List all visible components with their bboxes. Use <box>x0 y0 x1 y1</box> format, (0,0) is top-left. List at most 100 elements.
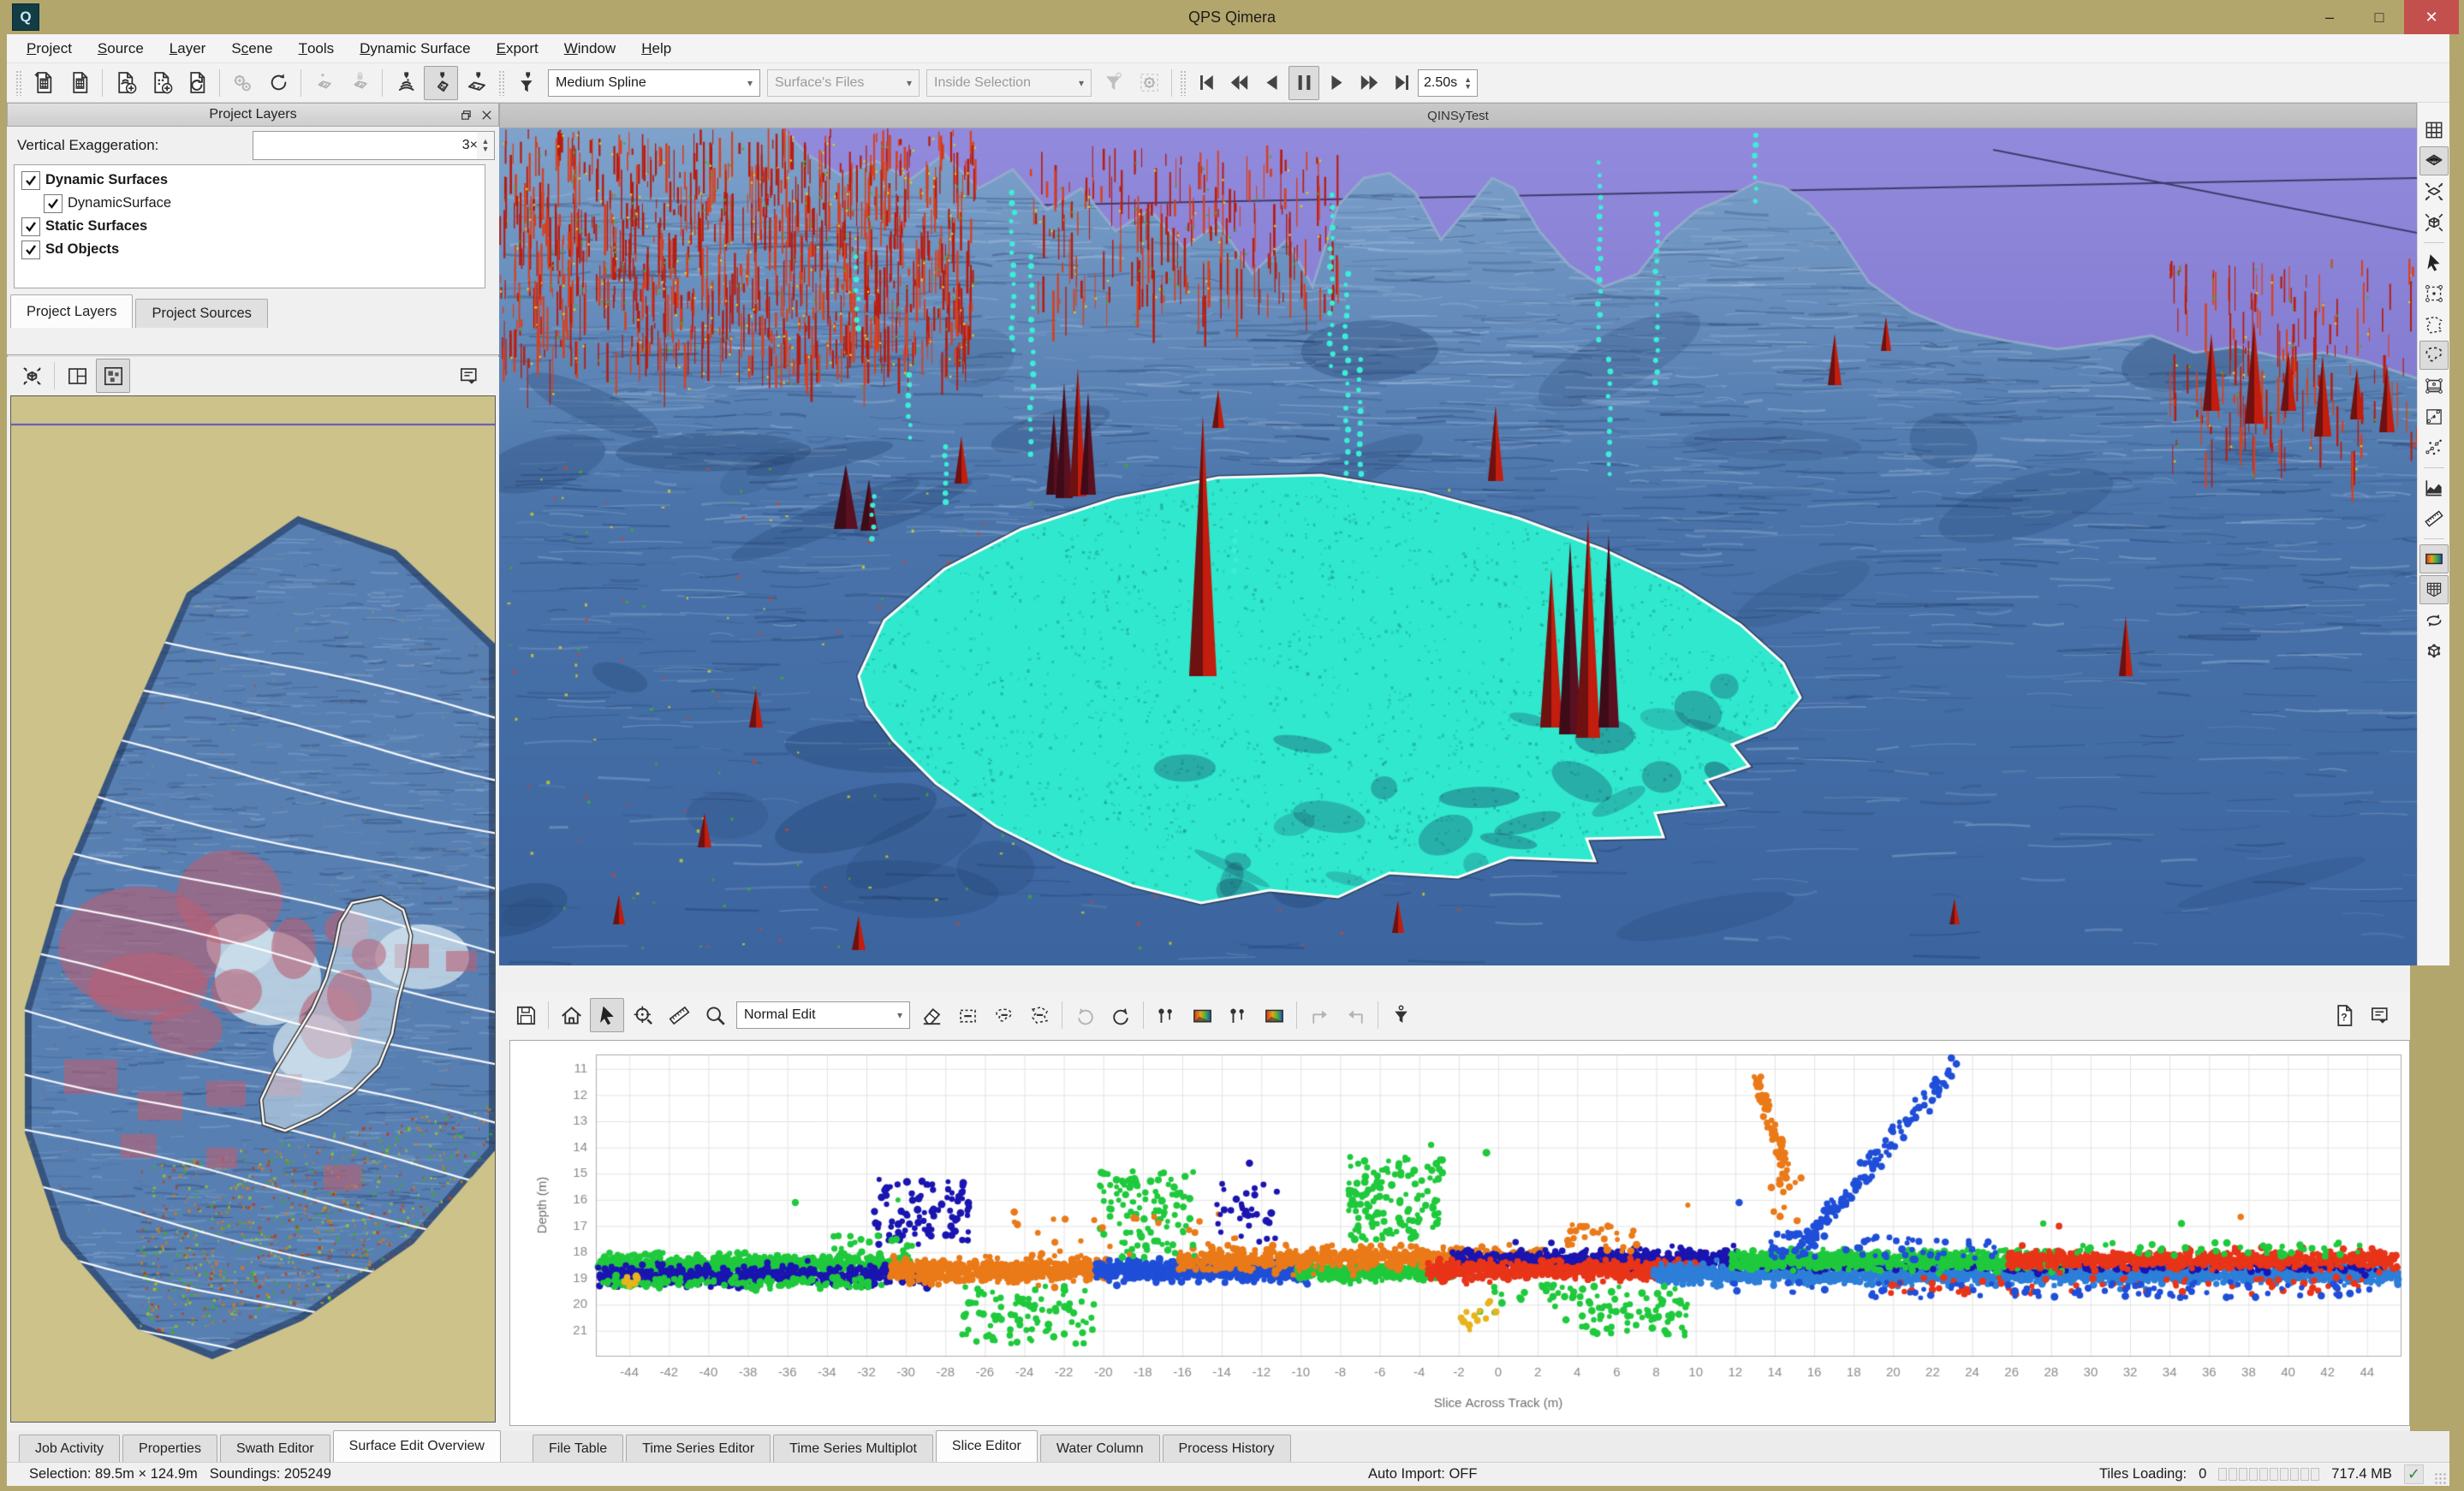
sonar-ping-icon[interactable] <box>388 66 422 100</box>
add-raw-files-icon[interactable] <box>108 66 142 100</box>
points-select-icon[interactable] <box>2419 433 2449 462</box>
toolbar-grip[interactable] <box>15 70 22 96</box>
tab-job-activity[interactable]: Job Activity <box>19 1435 120 1462</box>
panel-menu-icon[interactable] <box>2363 998 2397 1032</box>
zoom-to-extent-icon[interactable] <box>2419 208 2449 237</box>
close-panel-icon[interactable] <box>480 109 493 122</box>
rectangle-select-icon[interactable] <box>2419 279 2449 308</box>
play-icon[interactable] <box>1321 66 1352 100</box>
reject-polygon-icon[interactable] <box>1022 998 1056 1032</box>
filter-profile-icon[interactable] <box>1384 998 1418 1032</box>
viewport-header[interactable]: QINSyTest <box>499 103 2417 128</box>
polygon-select-icon[interactable] <box>2419 310 2449 339</box>
accept-points-icon[interactable] <box>1149 998 1183 1032</box>
bounding-box-icon[interactable] <box>2419 637 2449 666</box>
open-project-icon[interactable] <box>62 66 97 100</box>
tile-view-icon[interactable] <box>96 359 130 393</box>
tab-water-column[interactable]: Water Column <box>1040 1435 1160 1462</box>
vertical-exaggeration-spinner[interactable]: ▲▼ <box>477 131 495 160</box>
resize-grip[interactable] <box>2434 1472 2446 1484</box>
slice-filter-icon[interactable] <box>509 66 544 100</box>
surface-view-icon[interactable] <box>2419 146 2449 175</box>
grid-view-icon[interactable] <box>2419 116 2449 145</box>
surface-edit-overview-view[interactable] <box>10 395 496 1423</box>
tab-process-history[interactable]: Process History <box>1163 1435 1291 1462</box>
tab-slice-editor[interactable]: Slice Editor <box>936 1430 1038 1462</box>
skip-end-icon[interactable] <box>1386 66 1417 100</box>
checkbox-icon[interactable] <box>21 217 40 236</box>
menu-layer[interactable]: Layer <box>157 34 219 63</box>
reject-view-icon[interactable] <box>1257 998 1291 1032</box>
accept-view-icon[interactable] <box>1185 998 1219 1032</box>
tree-item-dynamicsurface[interactable]: DynamicSurface <box>15 192 485 215</box>
home-icon[interactable] <box>554 998 588 1032</box>
vertical-exaggeration-input[interactable]: 3× <box>253 131 485 160</box>
menu-project[interactable]: Project <box>14 34 85 63</box>
panel-menu-icon[interactable] <box>452 359 486 393</box>
toolbar-grip[interactable] <box>1180 70 1187 96</box>
skip-start-icon[interactable] <box>1191 66 1222 100</box>
tab-properties[interactable]: Properties <box>122 1435 217 1462</box>
swath-editor-icon[interactable] <box>424 66 458 100</box>
tab-project-layers[interactable]: Project Layers <box>10 294 133 328</box>
rotated-select-icon[interactable] <box>2419 402 2449 431</box>
float-panel-icon[interactable] <box>459 109 472 122</box>
menu-source[interactable]: Source <box>85 34 157 63</box>
tab-swath-editor[interactable]: Swath Editor <box>220 1435 330 1462</box>
menu-tools[interactable]: Tools <box>286 34 348 63</box>
menu-help[interactable]: Help <box>628 34 684 63</box>
mesh-view-icon[interactable] <box>2419 575 2449 604</box>
add-processed-files-icon[interactable] <box>144 66 178 100</box>
menu-scene[interactable]: Scene <box>218 34 285 63</box>
plan-select-icon[interactable] <box>2419 371 2449 401</box>
tree-item-dynamic-surfaces[interactable]: Dynamic Surfaces <box>15 169 485 192</box>
step-back-icon[interactable] <box>1256 66 1287 100</box>
eraser-icon[interactable] <box>914 998 949 1032</box>
pointer-icon[interactable] <box>2419 248 2449 277</box>
split-view-icon[interactable] <box>60 359 94 393</box>
menu-export[interactable]: Export <box>484 34 551 63</box>
maximize-button[interactable]: □ <box>2354 0 2404 34</box>
tree-item-sd-objects[interactable]: Sd Objects <box>15 238 485 261</box>
surface-edit-icon[interactable] <box>460 66 494 100</box>
profile-icon[interactable] <box>2419 473 2449 502</box>
reset-view-icon[interactable] <box>15 359 49 393</box>
help-icon[interactable]: ? <box>2327 998 2361 1032</box>
reject-rect-icon[interactable] <box>950 998 985 1032</box>
fast-rewind-icon[interactable] <box>1223 66 1254 100</box>
colormap-icon[interactable] <box>2419 544 2449 573</box>
measure-icon[interactable] <box>2419 504 2449 533</box>
zoom-select-icon[interactable] <box>626 998 660 1032</box>
tab-surface-edit-overview[interactable]: Surface Edit Overview <box>333 1430 501 1462</box>
checkbox-icon[interactable] <box>44 194 62 213</box>
pointer-icon[interactable] <box>590 998 624 1032</box>
playback-interval-spinbox[interactable]: 2.50s▲▼ <box>1418 69 1478 97</box>
reject-lasso-icon[interactable] <box>986 998 1021 1032</box>
rotate-view-icon[interactable] <box>2419 606 2449 635</box>
save-icon[interactable] <box>509 998 543 1032</box>
menu-dynamic-surface[interactable]: Dynamic Surface <box>347 34 483 63</box>
slice-plot-panel[interactable] <box>509 1040 2410 1426</box>
zoom-to-surface-icon[interactable] <box>2419 177 2449 206</box>
checkbox-icon[interactable] <box>21 241 40 259</box>
project-layers-dock-title[interactable]: Project Layers <box>7 103 499 127</box>
tab-file-table[interactable]: File Table <box>533 1435 623 1462</box>
spline-mode-combo[interactable]: Medium Spline▾ <box>548 69 760 97</box>
new-project-icon[interactable] <box>27 66 61 100</box>
reload-files-icon[interactable] <box>180 66 214 100</box>
tree-item-static-surfaces[interactable]: Static Surfaces <box>15 215 485 238</box>
lasso-select-icon[interactable] <box>2419 341 2449 370</box>
pause-icon[interactable] <box>1289 66 1319 100</box>
title-bar[interactable]: Q QPS Qimera – □ ✕ <box>0 0 2464 34</box>
tab-project-sources[interactable]: Project Sources <box>135 299 267 328</box>
edit-mode-combo[interactable]: Normal Edit▾ <box>736 1001 910 1029</box>
scene-3d-view[interactable] <box>499 128 2417 965</box>
redo-icon[interactable] <box>1104 998 1138 1032</box>
refresh-icon[interactable] <box>261 66 295 100</box>
menu-window[interactable]: Window <box>551 34 628 63</box>
reject-points-icon[interactable] <box>1221 998 1255 1032</box>
checkbox-icon[interactable] <box>21 171 40 190</box>
tab-time-series-editor[interactable]: Time Series Editor <box>626 1435 771 1462</box>
measure-icon[interactable] <box>662 998 696 1032</box>
toolbar-grip[interactable] <box>498 70 505 96</box>
